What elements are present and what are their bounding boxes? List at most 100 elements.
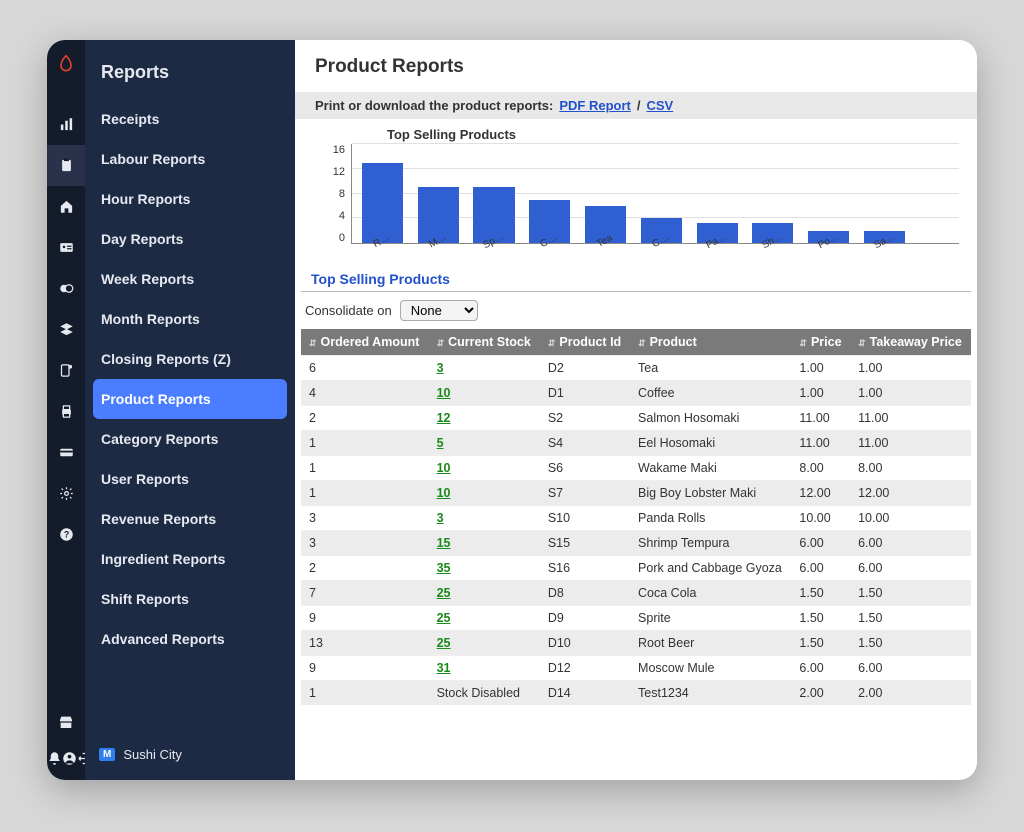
chart-gridline (352, 168, 959, 169)
stock-link[interactable]: 10 (437, 386, 451, 400)
current-stock-cell[interactable]: 25 (429, 581, 540, 606)
sidebar-item-product-reports[interactable]: Product Reports (93, 379, 287, 419)
table-row: 315S15Shrimp Tempura6.006.00 (301, 531, 971, 556)
coins-icon[interactable] (47, 268, 85, 309)
table-row: 725D8Coca Cola1.501.50 (301, 581, 971, 606)
column-header[interactable]: ⇵Price (791, 329, 850, 356)
ordered-amount-cell: 2 (301, 556, 429, 581)
card-icon[interactable] (47, 432, 85, 473)
sidebar-item-receipts[interactable]: Receipts (85, 99, 295, 139)
ordered-amount-cell: 1 (301, 456, 429, 481)
product-id-cell: D9 (540, 606, 630, 631)
stock-link[interactable]: 35 (437, 561, 451, 575)
pdf-report-link[interactable]: PDF Report (559, 98, 631, 113)
sidebar-item-ingredient-reports[interactable]: Ingredient Reports (85, 539, 295, 579)
printer-icon[interactable] (47, 391, 85, 432)
chart-title: Top Selling Products (387, 127, 959, 142)
current-stock-cell[interactable]: 3 (429, 356, 540, 381)
product-id-cell: D1 (540, 381, 630, 406)
current-stock-cell[interactable]: 3 (429, 506, 540, 531)
ordered-amount-cell: 4 (301, 381, 429, 406)
column-header[interactable]: ⇵Takeaway Price (850, 329, 971, 356)
id-card-icon[interactable] (47, 227, 85, 268)
takeaway-price-cell: 1.00 (850, 356, 971, 381)
product-id-cell: D10 (540, 631, 630, 656)
ordered-amount-cell: 13 (301, 631, 429, 656)
sidebar-item-revenue-reports[interactable]: Revenue Reports (85, 499, 295, 539)
takeaway-price-cell: 1.00 (850, 381, 971, 406)
stock-link[interactable]: 25 (437, 636, 451, 650)
table-body: 63D2Tea1.001.00410D1Coffee1.001.00212S2S… (301, 356, 971, 706)
stock-link[interactable]: 10 (437, 461, 451, 475)
chart-icon[interactable] (47, 104, 85, 145)
takeaway-price-cell: 1.50 (850, 581, 971, 606)
sidebar-item-shift-reports[interactable]: Shift Reports (85, 579, 295, 619)
table-row: 110S6Wakame Maki8.008.00 (301, 456, 971, 481)
help-icon[interactable]: ? (47, 514, 85, 555)
sidebar-item-labour-reports[interactable]: Labour Reports (85, 139, 295, 179)
current-stock-cell[interactable]: 35 (429, 556, 540, 581)
current-stock-cell[interactable]: 10 (429, 456, 540, 481)
product-id-cell: S16 (540, 556, 630, 581)
device-icon[interactable] (47, 350, 85, 391)
sidebar-item-hour-reports[interactable]: Hour Reports (85, 179, 295, 219)
csv-link[interactable]: CSV (646, 98, 673, 113)
current-stock-cell[interactable]: 31 (429, 656, 540, 681)
restaurant-badge[interactable]: M Sushi City (99, 747, 281, 762)
takeaway-price-cell: 1.50 (850, 631, 971, 656)
section-heading: Top Selling Products (301, 259, 971, 292)
ordered-amount-cell: 7 (301, 581, 429, 606)
stock-link[interactable]: 31 (437, 661, 451, 675)
sidebar-item-category-reports[interactable]: Category Reports (85, 419, 295, 459)
clipboard-icon[interactable] (47, 145, 85, 186)
takeaway-price-cell: 6.00 (850, 556, 971, 581)
store-icon[interactable] (58, 714, 74, 733)
home-icon[interactable] (47, 186, 85, 227)
consolidate-select[interactable]: None (400, 300, 478, 321)
current-stock-cell[interactable]: 25 (429, 631, 540, 656)
sidebar-item-user-reports[interactable]: User Reports (85, 459, 295, 499)
bell-icon[interactable] (47, 751, 62, 766)
consolidate-control: Consolidate on None (295, 292, 977, 329)
sidebar-item-month-reports[interactable]: Month Reports (85, 299, 295, 339)
sidebar-item-day-reports[interactable]: Day Reports (85, 219, 295, 259)
top-selling-chart: Top Selling Products 1612840 R…M…Sp…C…Te… (295, 119, 977, 259)
product-id-cell: D2 (540, 356, 630, 381)
current-stock-cell[interactable]: 15 (429, 531, 540, 556)
table-row: 410D1Coffee1.001.00 (301, 381, 971, 406)
gear-icon[interactable] (47, 473, 85, 514)
takeaway-price-cell: 1.50 (850, 606, 971, 631)
column-header[interactable]: ⇵Current Stock (429, 329, 540, 356)
product-id-cell: D14 (540, 681, 630, 706)
column-header[interactable]: ⇵Product Id (540, 329, 630, 356)
stock-link[interactable]: 15 (437, 536, 451, 550)
stock-link[interactable]: 3 (437, 361, 444, 375)
current-stock-cell[interactable]: 10 (429, 381, 540, 406)
print-download-label: Print or download the product reports: (315, 98, 553, 113)
stock-link[interactable]: 25 (437, 586, 451, 600)
current-stock-cell[interactable]: 12 (429, 406, 540, 431)
stock-link[interactable]: 3 (437, 511, 444, 525)
sidebar-item-week-reports[interactable]: Week Reports (85, 259, 295, 299)
layers-icon[interactable] (47, 309, 85, 350)
price-cell: 1.50 (791, 631, 850, 656)
table-row: 235S16Pork and Cabbage Gyoza6.006.00 (301, 556, 971, 581)
chart-y-tick: 0 (339, 232, 345, 244)
chart-y-tick: 8 (339, 188, 345, 200)
current-stock-cell[interactable]: 25 (429, 606, 540, 631)
current-stock-cell[interactable]: 10 (429, 481, 540, 506)
column-header[interactable]: ⇵Ordered Amount (301, 329, 429, 356)
stock-link[interactable]: 25 (437, 611, 451, 625)
stock-link[interactable]: 5 (437, 436, 444, 450)
stock-link[interactable]: 12 (437, 411, 451, 425)
product-id-cell: S7 (540, 481, 630, 506)
sidebar-item-closing-reports-z-[interactable]: Closing Reports (Z) (85, 339, 295, 379)
column-header[interactable]: ⇵Product (630, 329, 791, 356)
ordered-amount-cell: 6 (301, 356, 429, 381)
ordered-amount-cell: 9 (301, 606, 429, 631)
price-cell: 6.00 (791, 656, 850, 681)
current-stock-cell[interactable]: 5 (429, 431, 540, 456)
stock-link[interactable]: 10 (437, 486, 451, 500)
user-icon[interactable] (62, 751, 77, 766)
sidebar-item-advanced-reports[interactable]: Advanced Reports (85, 619, 295, 659)
